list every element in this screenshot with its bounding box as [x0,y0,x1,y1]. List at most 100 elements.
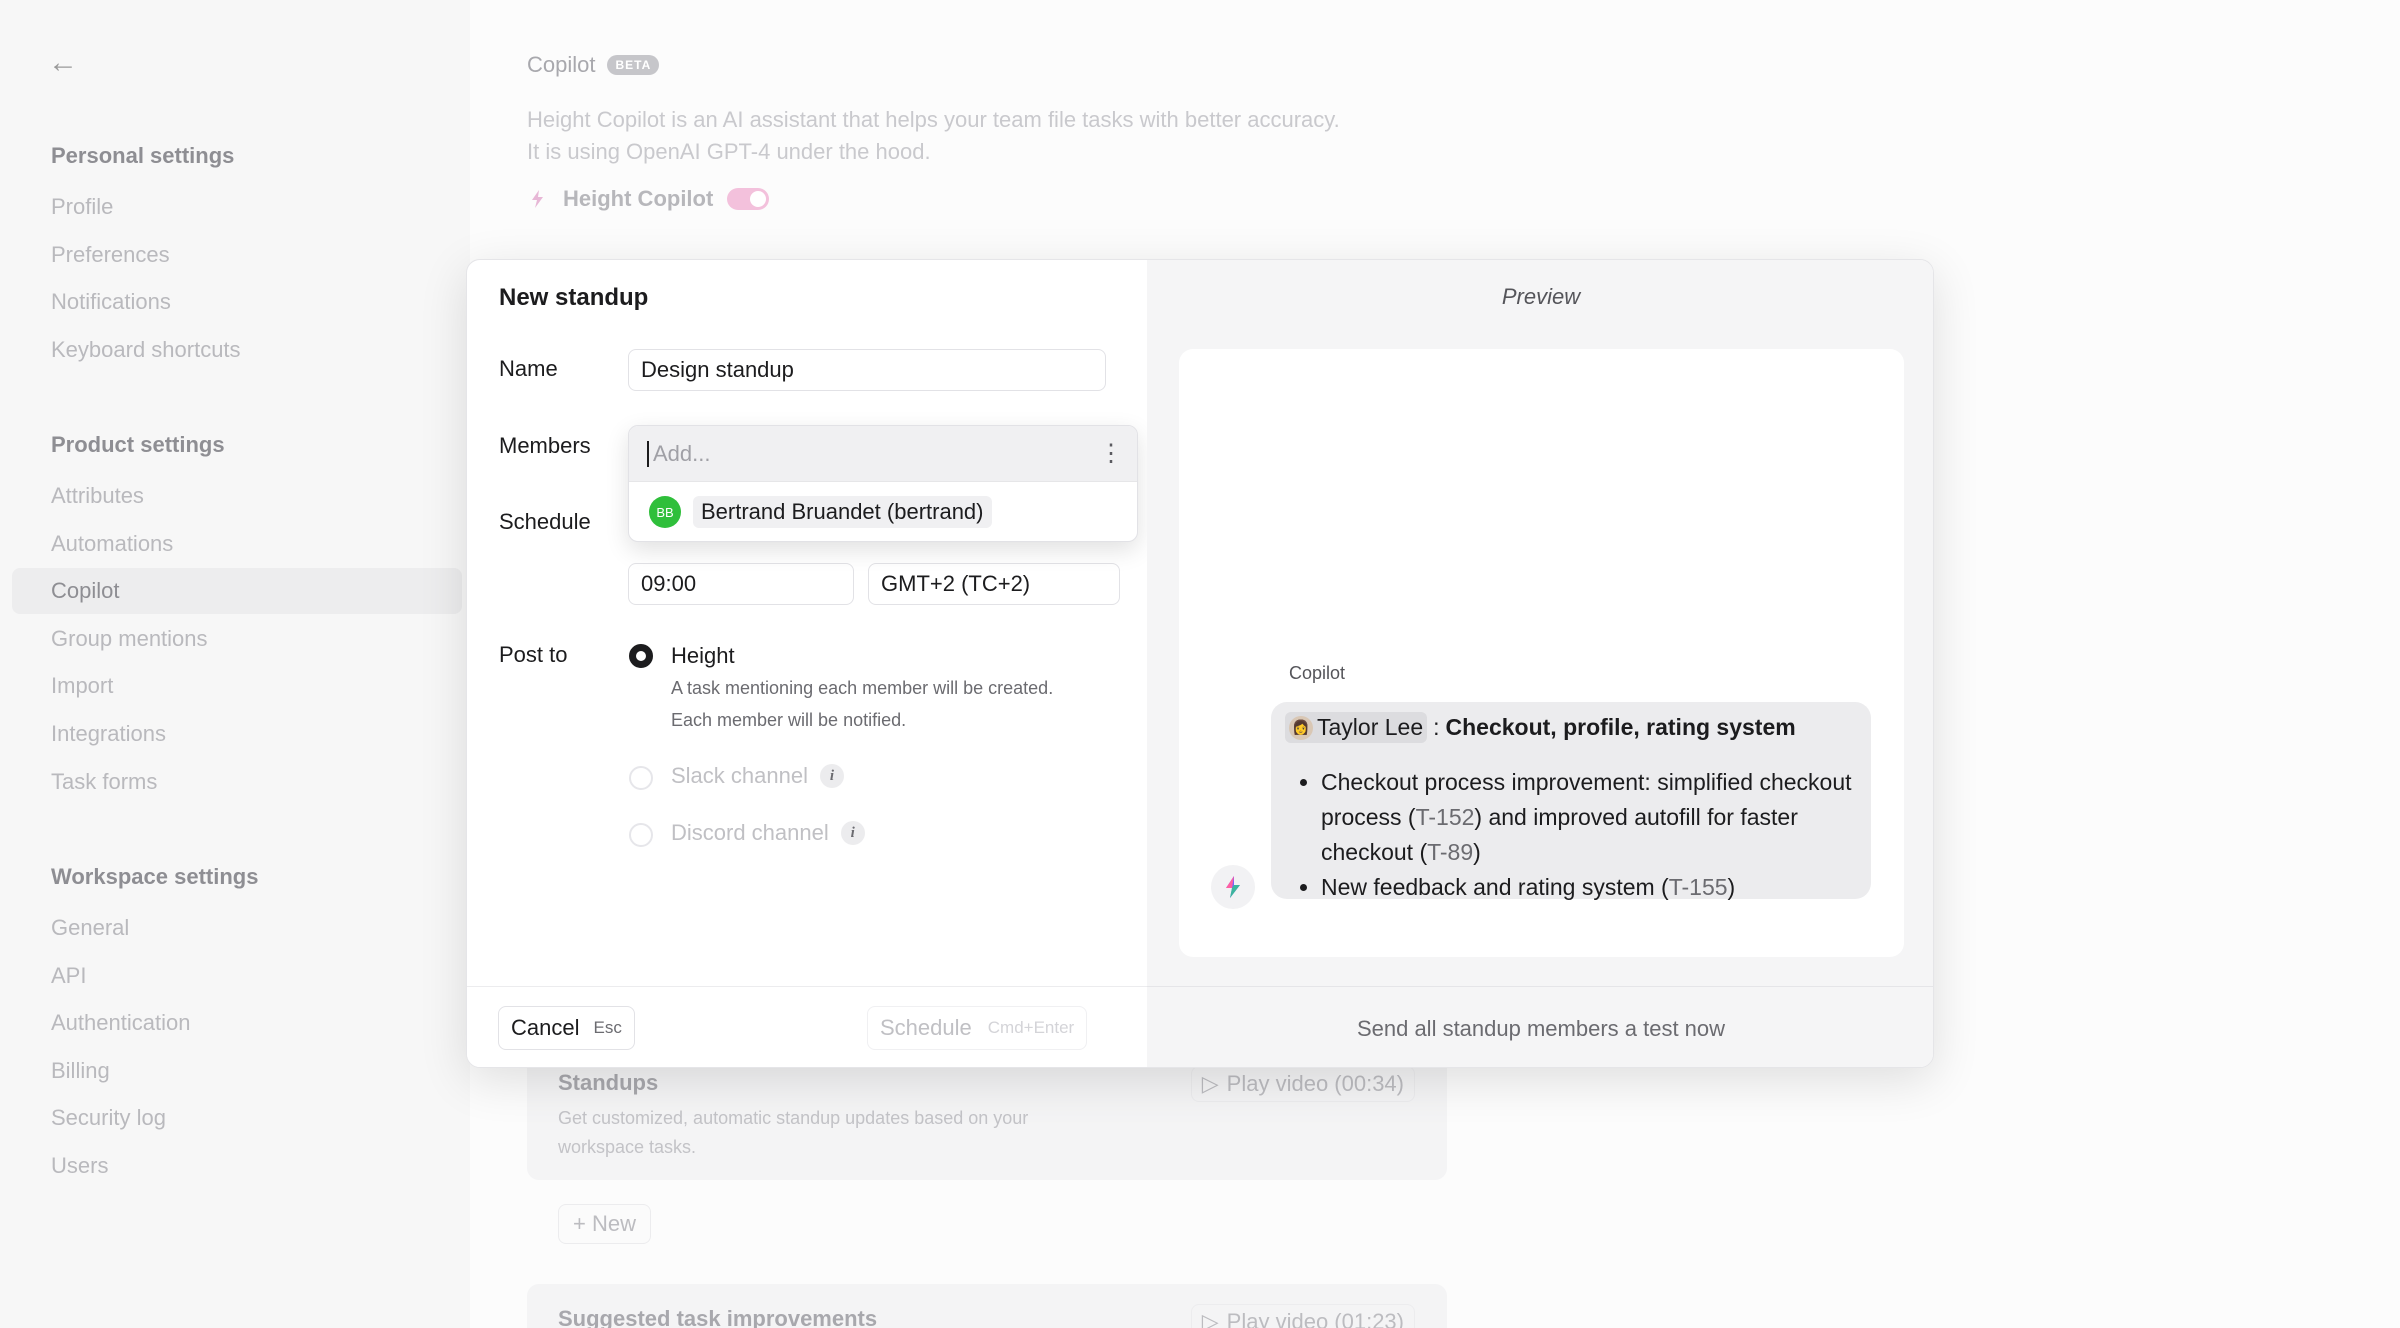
user-mention[interactable]: 👩 Taylor Lee [1285,712,1428,743]
sidebar-item-group-mentions[interactable]: Group mentions [12,616,462,662]
message-author: Copilot [1289,663,1346,683]
height-copilot-label: Height Copilot [563,186,714,211]
post-to-slack-label: Slack channel [671,763,808,788]
sidebar-item-users[interactable]: Users [12,1143,462,1189]
sidebar-item-attributes[interactable]: Attributes [12,473,462,519]
play-icon: ▷ [1201,1309,1219,1328]
sidebar-item-notifications[interactable]: Notifications [12,279,462,325]
name-input[interactable]: Design standup [628,349,1106,391]
member-option-label: Bertrand Bruandet (bertrand) [693,496,992,528]
product-settings-heading: Product settings [51,432,225,457]
sidebar-item-billing[interactable]: Billing [12,1048,462,1094]
timezone-select[interactable]: GMT+2 (TC+2) [868,563,1120,605]
post-to-discord-option[interactable]: Discord channel i [671,820,865,846]
preview-message-card: Copilot 👩 Taylor Lee : Checkout, profile… [1179,349,1904,957]
suggested-play-video-button[interactable]: ▷ Play video (01:23) [1190,1304,1415,1328]
post-to-discord-radio[interactable] [629,823,653,847]
copilot-description-line2: It is using OpenAI GPT-4 under the hood. [527,139,931,164]
modal-title: New standup [499,284,649,311]
preview-pane: Preview Copilot 👩 Taylor Lee : Checkout, [1147,260,1933,986]
sidebar-item-general[interactable]: General [12,905,462,951]
new-standup-modal: New standup Name Design standup Members … [466,259,1934,1068]
schedule-button[interactable]: Schedule Cmd+Enter [867,1006,1088,1050]
copilot-logo-icon [532,190,543,208]
avatar: BB [649,496,681,528]
list-item: Checkout process improvement: simplified… [1321,765,1857,870]
new-standup-button[interactable]: + New [558,1204,651,1244]
members-search-row: ⋮ [629,426,1137,482]
sidebar-item-security-log[interactable]: Security log [12,1095,462,1141]
suggested-improvements-title: Suggested task improvements [558,1306,878,1328]
headline-text: Checkout, profile, rating system [1445,714,1796,740]
copilot-description-line1: Height Copilot is an AI assistant that h… [527,107,1340,132]
avatar: 👩 [1289,715,1313,740]
member-option[interactable]: BB Bertrand Bruandet (bertrand) [629,482,1137,541]
copilot-logo-icon [1226,876,1240,898]
personal-settings-heading: Personal settings [51,143,235,168]
beta-badge: BETA [607,55,660,75]
ticket-link[interactable]: T-89 [1427,839,1473,865]
workspace-settings-heading: Workspace settings [51,864,259,889]
ticket-link[interactable]: T-155 [1669,874,1728,900]
post-to-slack-radio[interactable] [629,766,653,790]
standups-description: Get customized, automatic standup update… [558,1108,1029,1157]
page-title: Copilot BETA [527,52,660,78]
sidebar-item-keyboard-shortcuts[interactable]: Keyboard shortcuts [12,327,462,373]
name-label: Name [499,356,558,381]
standups-play-video-button[interactable]: ▷ Play video (00:34) [1190,1066,1415,1102]
height-copilot-setting: Height Copilot [527,186,770,212]
height-copilot-toggle[interactable] [727,188,770,210]
preview-title: Preview [1501,284,1581,309]
suggested-play-label: Play video (01:23) [1226,1309,1404,1328]
sidebar-item-automations[interactable]: Automations [12,521,462,567]
page-title-text: Copilot [527,52,596,77]
update-list: Checkout process improvement: simplified… [1285,765,1857,905]
sidebar-item-integrations[interactable]: Integrations [12,711,462,757]
post-to-height-radio[interactable] [629,644,653,668]
arrow-left-icon[interactable]: ← [48,48,78,78]
sidebar-item-copilot[interactable]: Copilot [12,568,462,614]
preview-footer: Send all standup members a test now [1147,986,1933,1067]
height-option-description-line2: Each member will be notified. [671,710,907,730]
sidebar-item-authentication[interactable]: Authentication [12,1000,462,1046]
height-option-description: A task mentioning each member will be cr… [671,672,1131,736]
headline-separator: : [1433,714,1440,740]
suggested-improvements-card: Suggested task improvements ▷ Play video… [527,1284,1447,1328]
send-test-button[interactable]: Send all standup members a test now [1147,987,1933,1067]
list-item: New feedback and rating system (T-155) [1321,870,1857,905]
standup-form: New standup Name Design standup Members … [467,260,1147,986]
list-item-text: ) [1473,839,1481,865]
info-icon[interactable]: i [819,764,844,788]
sidebar-item-api[interactable]: API [12,953,462,999]
ticket-link[interactable]: T-152 [1416,804,1475,830]
copilot-description: Height Copilot is an AI assistant that h… [527,104,1340,168]
list-item-text: ) [1727,874,1736,900]
more-options-icon[interactable]: ⋮ [1099,441,1123,466]
plus-icon: + [573,1211,586,1236]
sidebar-item-preferences[interactable]: Preferences [12,232,462,278]
schedule-label: Schedule [499,509,591,534]
info-icon[interactable]: i [840,821,865,845]
standups-title: Standups [558,1070,659,1095]
cancel-button-label: Cancel [511,1015,580,1040]
schedule-time-input[interactable]: 09:00 [628,563,854,605]
sidebar-item-import[interactable]: Import [12,663,462,709]
members-search-input[interactable] [647,440,1099,467]
sidebar-item-profile[interactable]: Profile [12,184,462,230]
schedule-button-label: Schedule [880,1015,972,1040]
settings-sidebar: ← Personal settings Profile Preferences … [0,0,470,1328]
cancel-button[interactable]: Cancel Esc [498,1006,635,1050]
cancel-shortcut: Esc [593,1018,622,1037]
post-to-slack-option[interactable]: Slack channel i [671,763,844,789]
user-mention-name: Taylor Lee [1317,714,1424,740]
sidebar-item-task-forms[interactable]: Task forms [12,759,462,805]
copilot-avatar-icon [1211,865,1255,909]
post-to-height-label[interactable]: Height [671,643,735,669]
members-dropdown: ⋮ BB Bertrand Bruandet (bertrand) [628,425,1138,542]
new-standup-label: New [591,1211,636,1236]
members-label: Members [499,433,591,458]
schedule-shortcut: Cmd+Enter [987,1018,1075,1037]
post-to-label: Post to [499,642,568,667]
message-bubble: 👩 Taylor Lee : Checkout, profile, rating… [1271,702,1871,900]
list-item-text: New feedback and rating system ( [1321,874,1669,900]
